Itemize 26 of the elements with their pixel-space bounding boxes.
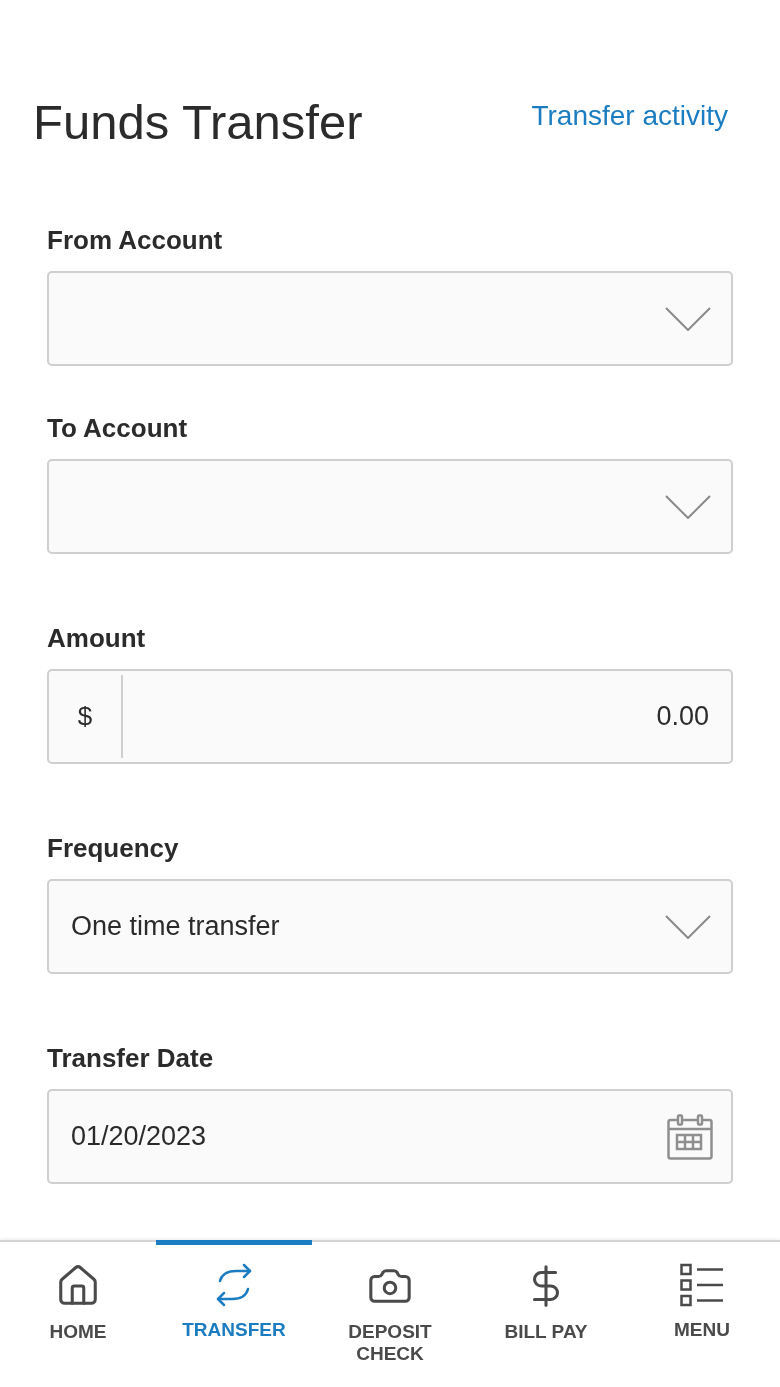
select-field[interactable] xyxy=(47,271,733,366)
chevron-icon xyxy=(665,306,711,331)
select-value: One time transfer xyxy=(71,910,280,944)
nav-tab[interactable]: TRANSFER xyxy=(156,1240,312,1387)
nav-tab[interactable]: HOME xyxy=(0,1240,156,1387)
nav-tab[interactable]: MENU xyxy=(624,1240,780,1387)
amount-value: 0.00 xyxy=(655,700,710,734)
menu-icon xyxy=(680,1263,724,1307)
page-title: Funds Transfer xyxy=(33,94,363,151)
field-label: Amount xyxy=(47,622,147,655)
amount-field[interactable]: $ 0.00 xyxy=(47,669,733,764)
date-value: 01/20/2023 xyxy=(71,1120,207,1154)
chevron-icon xyxy=(665,494,711,519)
transfer-activity-link[interactable]: Transfer activity xyxy=(531,98,728,134)
chevron-icon xyxy=(665,914,711,939)
select-field[interactable]: One time transfer xyxy=(47,879,733,974)
nav-tab[interactable]: DEPOSIT CHECK xyxy=(312,1240,468,1387)
field-label: Frequency xyxy=(47,832,180,865)
field-label: From Account xyxy=(47,224,224,257)
currency-symbol: $ xyxy=(76,700,94,733)
select-field[interactable] xyxy=(47,459,733,554)
nav-tab[interactable]: BILL PAY xyxy=(468,1240,624,1387)
date-field[interactable]: 01/20/2023 xyxy=(47,1089,733,1184)
calendar-icon xyxy=(667,1113,713,1160)
field-label: To Account xyxy=(47,412,189,445)
field-label: Transfer Date xyxy=(47,1042,215,1075)
